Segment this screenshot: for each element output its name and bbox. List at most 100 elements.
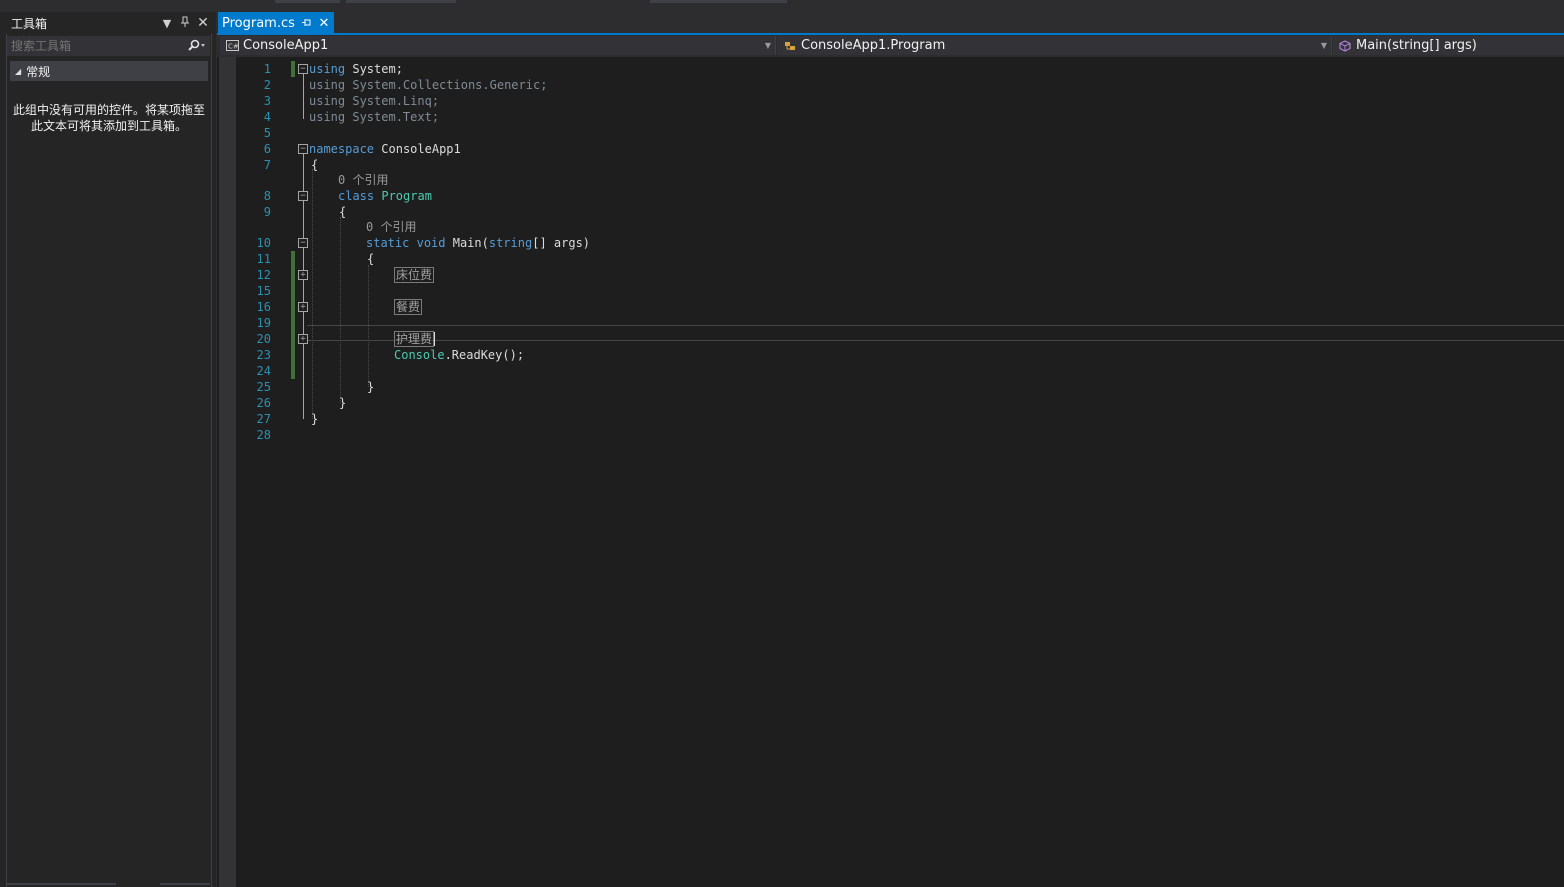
toolbox-group-label: 常规: [26, 64, 51, 79]
line-number: 25: [256, 380, 271, 394]
toolbox-search: [6, 36, 210, 56]
code-text: using System.Collections.Generic;: [309, 78, 548, 92]
expand-icon[interactable]: +: [298, 302, 308, 312]
line-number: 3: [263, 94, 271, 108]
line-number: 6: [263, 142, 271, 156]
code-line: 12 + 床位费: [217, 267, 1564, 283]
code-line: 28: [217, 427, 1564, 443]
expand-icon[interactable]: +: [298, 270, 308, 280]
code-line: 7 {: [217, 157, 1564, 173]
code-line: 4 using System.Text;: [217, 109, 1564, 125]
change-marker: [291, 315, 295, 331]
line-number: 1: [263, 62, 271, 76]
toolbox-panel: 工具箱 ▼ ✕ ◢ 常规 此组中没有可用的控件。将某项拖至此文本可将其添加到工具…: [0, 12, 216, 887]
method-icon: [1339, 39, 1352, 52]
code-text: {: [367, 252, 375, 266]
pin-icon[interactable]: [176, 16, 194, 31]
codelens-references[interactable]: 0 个引用: [338, 172, 388, 188]
line-number: 4: [263, 110, 271, 124]
class-label: ConsoleApp1.Program: [801, 38, 946, 53]
code-line: 1 − using System;: [217, 61, 1564, 77]
codelens-row: 0 个引用: [217, 219, 1564, 235]
codelens-references[interactable]: 0 个引用: [366, 219, 416, 235]
code-text: class Program: [338, 189, 432, 203]
line-number: 24: [256, 364, 271, 378]
project-dropdown[interactable]: C# ConsoleApp1 ▼: [220, 36, 776, 55]
code-text: }: [311, 412, 319, 426]
code-line: 27 }: [217, 411, 1564, 427]
dropdown-arrow-icon[interactable]: ▼: [158, 17, 176, 30]
code-line: 9 {: [217, 204, 1564, 220]
change-marker: [291, 61, 295, 77]
tab-program-cs[interactable]: Program.cs ✕: [218, 12, 334, 34]
expanded-triangle-icon: ◢: [15, 66, 22, 76]
code-text: }: [339, 396, 347, 410]
toolbox-title: 工具箱: [11, 16, 48, 31]
code-text: namespace ConsoleApp1: [309, 142, 461, 156]
code-line: 8 − class Program: [217, 188, 1564, 204]
search-icon[interactable]: [182, 36, 210, 56]
text-caret: [434, 332, 436, 346]
code-text: {: [339, 205, 347, 219]
line-number: 19: [256, 316, 271, 330]
divider: [211, 34, 212, 887]
code-text: static void Main(string[] args): [366, 236, 591, 250]
line-number: 28: [256, 428, 271, 442]
change-marker: [291, 299, 295, 315]
code-line: 23 Console.ReadKey();: [217, 347, 1564, 363]
collapse-icon[interactable]: −: [298, 238, 308, 248]
member-dropdown[interactable]: Main(string[] args): [1333, 36, 1564, 55]
class-dropdown[interactable]: ConsoleApp1.Program ▼: [777, 36, 1332, 55]
code-text: using System.Linq;: [309, 94, 440, 108]
code-line: 24: [217, 363, 1564, 379]
line-number: 23: [256, 348, 271, 362]
change-marker: [291, 267, 295, 283]
line-number: 12: [256, 268, 271, 282]
scrollbar-remnant: [6, 883, 116, 885]
code-text: using System.Text;: [309, 110, 440, 124]
code-line: 15: [217, 283, 1564, 299]
project-label: ConsoleApp1: [243, 38, 329, 53]
toolbox-search-input[interactable]: [6, 38, 182, 54]
collapse-icon[interactable]: −: [298, 144, 308, 154]
line-number: 15: [256, 284, 271, 298]
line-number: 2: [263, 78, 271, 92]
collapsed-region-bed-fee[interactable]: 床位费: [394, 267, 435, 283]
code-line: 3 using System.Linq;: [217, 93, 1564, 109]
expand-icon[interactable]: +: [298, 334, 308, 344]
code-line: 25 }: [217, 379, 1564, 395]
close-icon[interactable]: ✕: [194, 15, 212, 31]
collapsed-region-care-fee[interactable]: 护理费: [394, 331, 436, 347]
visual-studio-window: 工具箱 ▼ ✕ ◢ 常规 此组中没有可用的控件。将某项拖至此文本可将其添加到工具…: [0, 0, 1564, 887]
line-number: 20: [256, 332, 271, 346]
collapsed-region-meal-fee[interactable]: 餐费: [394, 299, 423, 315]
collapse-icon[interactable]: −: [298, 64, 308, 74]
toolbox-empty-message: 此组中没有可用的控件。将某项拖至此文本可将其添加到工具箱。: [12, 103, 205, 133]
code-text: Console.ReadKey();: [394, 348, 525, 362]
svg-text:C#: C#: [228, 43, 239, 51]
csharp-project-icon: C#: [226, 40, 239, 51]
dropdown-arrow-icon: ▼: [1320, 41, 1328, 50]
pin-icon[interactable]: [298, 17, 314, 30]
close-icon[interactable]: ✕: [314, 16, 334, 31]
line-number: 27: [256, 412, 271, 426]
line-number: 10: [256, 236, 271, 250]
change-marker: [291, 347, 295, 363]
line-number: 7: [263, 158, 271, 172]
toolbox-header: 工具箱 ▼ ✕: [6, 12, 212, 34]
code-line: 5: [217, 125, 1564, 141]
code-text: }: [367, 380, 375, 394]
code-line: 26 }: [217, 395, 1564, 411]
change-marker: [291, 251, 295, 267]
navigation-bar: C# ConsoleApp1 ▼ ConsoleApp1.Program ▼ M…: [217, 35, 1564, 56]
code-editor[interactable]: 1 − using System; 2 using System.Collect…: [217, 57, 1564, 887]
code-line: 6 − namespace ConsoleApp1: [217, 141, 1564, 157]
code-line: 20 + 护理费: [217, 331, 1564, 347]
editor-area: Program.cs ✕ C# ConsoleApp1 ▼ ConsoleApp…: [217, 12, 1564, 887]
scrollbar-remnant: [160, 883, 210, 885]
toolbox-group-general[interactable]: ◢ 常规: [10, 61, 208, 81]
collapse-icon[interactable]: −: [298, 191, 308, 201]
tab-label: Program.cs: [222, 15, 295, 31]
line-number: 26: [256, 396, 271, 410]
member-label: Main(string[] args): [1356, 38, 1477, 53]
